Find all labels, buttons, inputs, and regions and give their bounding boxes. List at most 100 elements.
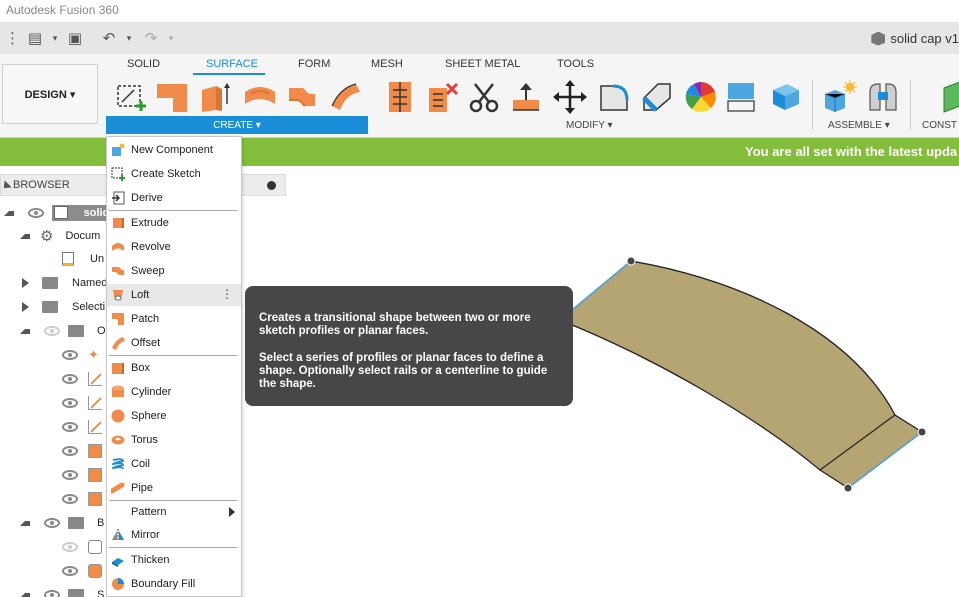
trim-tool-icon[interactable] [383, 80, 417, 114]
menu-item-sweep[interactable]: Sweep [107, 260, 241, 282]
visibility-eye-icon[interactable] [62, 446, 78, 456]
tree-row-origin[interactable]: O [20, 320, 106, 342]
menu-item-cylinder[interactable]: Cylinder [107, 381, 241, 403]
collapse-browser-icon[interactable] [0, 180, 12, 192]
tree-row-document-settings[interactable]: ⚙ Docum [20, 225, 100, 247]
visibility-eye-icon[interactable] [44, 518, 60, 528]
physical-material-tool-icon[interactable] [769, 80, 803, 114]
menu-item-boundary-fill[interactable]: Boundary Fill [107, 573, 241, 595]
menu-item-coil[interactable]: Coil [107, 453, 241, 475]
appearance-tool-icon[interactable] [684, 80, 718, 114]
menu-item-patch[interactable]: Patch [107, 308, 241, 330]
scale-tool-icon[interactable] [725, 80, 759, 114]
menu-item-loft[interactable]: Loft ⋮ [107, 284, 241, 306]
extrude-tool-icon[interactable] [155, 80, 189, 114]
menu-item-revolve[interactable]: Revolve [107, 236, 241, 258]
construct-group-dropdown[interactable]: CONST [922, 120, 957, 131]
tree-row-body[interactable] [62, 560, 102, 582]
redo-dropdown-icon[interactable]: ▾ [160, 28, 182, 48]
sweep-tool-icon[interactable] [285, 80, 319, 114]
menu-item-create-sketch[interactable]: Create Sketch [107, 163, 241, 185]
tab-sheet-metal[interactable]: SHEET METAL [445, 58, 520, 70]
split-scissors-tool-icon[interactable] [467, 80, 501, 114]
tree-row-body[interactable] [62, 536, 102, 558]
more-options-icon[interactable]: ⋮ [221, 287, 233, 301]
assemble-group-dropdown[interactable]: ASSEMBLE ▾ [828, 120, 890, 131]
visibility-eye-icon[interactable] [62, 398, 78, 408]
menu-item-extrude[interactable]: Extrude [107, 212, 241, 234]
menu-item-pipe[interactable]: Pipe [107, 477, 241, 499]
menu-item-pattern[interactable]: Pattern [107, 501, 241, 523]
offset-plane-tool-icon[interactable] [940, 80, 959, 114]
create-group-dropdown[interactable]: CREATE ▾ [106, 116, 368, 134]
fillet-tool-icon[interactable] [597, 80, 631, 114]
sketch-point[interactable] [917, 427, 927, 437]
tree-row-origin-point[interactable]: ✦ [62, 344, 99, 366]
browser-pin-icon[interactable] [267, 181, 276, 190]
tree-row-sketches[interactable]: S [20, 584, 104, 597]
undo-icon[interactable]: ↶ [98, 28, 120, 48]
patch-tool-icon[interactable] [328, 80, 362, 114]
visibility-eye-icon[interactable] [62, 350, 78, 360]
tree-row-plane[interactable] [62, 440, 102, 462]
tree-row-axis[interactable] [62, 392, 102, 414]
visibility-eye-icon[interactable] [62, 422, 78, 432]
sketch-point[interactable] [626, 256, 636, 266]
tree-row-plane[interactable] [62, 464, 102, 486]
new-component-assemble-icon[interactable] [823, 80, 857, 114]
chamfer-tool-icon[interactable] [640, 80, 674, 114]
menu-item-torus[interactable]: Torus [107, 429, 241, 451]
tab-solid[interactable]: SOLID [127, 58, 160, 70]
visibility-eye-icon[interactable] [28, 208, 44, 218]
visibility-eye-icon[interactable] [62, 494, 78, 504]
visibility-eye-icon[interactable] [44, 326, 60, 336]
tree-row-axis[interactable] [62, 416, 102, 438]
tab-form[interactable]: FORM [298, 58, 330, 70]
save-icon[interactable]: ▣ [64, 28, 86, 48]
visibility-eye-icon[interactable] [44, 590, 60, 597]
expand-triangle-icon[interactable] [22, 302, 29, 312]
expand-triangle-icon[interactable] [22, 278, 29, 288]
tab-mesh[interactable]: MESH [371, 58, 403, 70]
tree-root-row[interactable]: solid [4, 202, 109, 224]
tree-row-axis[interactable] [62, 368, 102, 390]
document-tab[interactable]: solid cap v1 [871, 31, 959, 46]
create-sketch-tool-icon[interactable] [114, 80, 148, 114]
menu-item-mirror[interactable]: Mirror [107, 524, 241, 546]
expand-triangle-icon[interactable] [4, 210, 14, 216]
menu-item-derive[interactable]: Derive [107, 187, 241, 209]
file-dropdown-icon[interactable]: ▾ [44, 28, 66, 48]
tree-row-units[interactable]: Un [62, 248, 104, 270]
expand-triangle-icon[interactable] [20, 328, 30, 334]
lofted-surface[interactable] [558, 260, 924, 489]
tab-tools[interactable]: TOOLS [557, 58, 594, 70]
extrude-surface-tool-icon[interactable] [199, 80, 233, 114]
visibility-eye-icon[interactable] [62, 566, 78, 576]
expand-triangle-icon[interactable] [20, 520, 30, 526]
revolve-tool-icon[interactable] [243, 80, 277, 114]
tree-row-bodies[interactable]: B [20, 512, 104, 534]
expand-triangle-icon[interactable] [20, 233, 30, 239]
visibility-eye-icon[interactable] [62, 470, 78, 480]
menu-item-thicken[interactable]: Thicken [107, 549, 241, 571]
tree-row-selection-sets[interactable]: Selecti [22, 296, 105, 318]
move-tool-icon[interactable] [553, 80, 587, 114]
tab-surface[interactable]: SURFACE [206, 58, 258, 70]
redo-icon[interactable]: ↷ [140, 28, 162, 48]
tree-row-plane[interactable] [62, 488, 102, 510]
expand-triangle-icon[interactable] [20, 592, 30, 597]
extend-tool-icon[interactable] [509, 80, 543, 114]
visibility-eye-icon[interactable] [62, 374, 78, 384]
delete-face-tool-icon[interactable] [425, 80, 459, 114]
sketch-point[interactable] [843, 483, 853, 493]
menu-item-new-component[interactable]: New Component [107, 139, 241, 161]
tree-row-named-views[interactable]: Named [22, 272, 107, 294]
joint-tool-icon[interactable] [866, 80, 900, 114]
menu-item-box[interactable]: Box [107, 357, 241, 379]
menu-item-offset[interactable]: Offset [107, 332, 241, 354]
file-icon[interactable]: ▤ [24, 28, 46, 48]
menu-item-sphere[interactable]: Sphere [107, 405, 241, 427]
undo-dropdown-icon[interactable]: ▾ [118, 28, 140, 48]
modify-group-dropdown[interactable]: MODIFY ▾ [566, 120, 613, 131]
workspace-switcher[interactable]: DESIGN ▾ [2, 64, 98, 124]
